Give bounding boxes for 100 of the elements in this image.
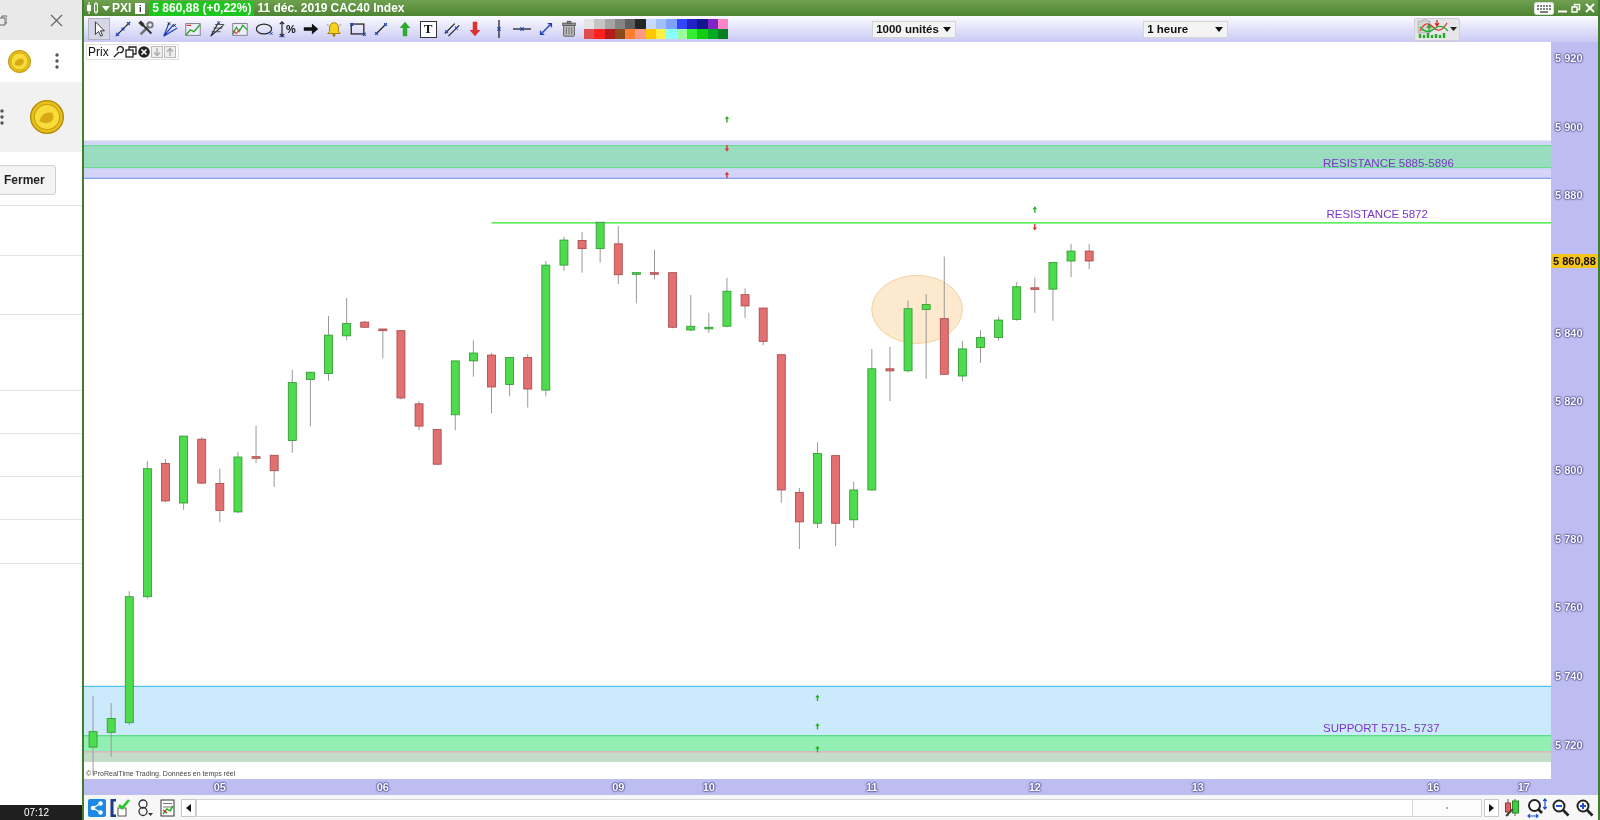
- checklist-icon[interactable]: [110, 798, 130, 817]
- candlestick: [740, 287, 750, 319]
- candlestick: [613, 225, 623, 285]
- zoom-fit-icon[interactable]: [1527, 797, 1547, 818]
- color-swatch[interactable]: [656, 19, 667, 29]
- color-swatch[interactable]: [717, 29, 729, 39]
- color-swatch[interactable]: [676, 19, 687, 29]
- color-swatch[interactable]: [614, 19, 626, 29]
- timeframe-dropdown[interactable]: 1 heure: [1143, 20, 1229, 38]
- price-tick-label: 5 800: [1555, 464, 1583, 477]
- candlestick: [1048, 261, 1058, 322]
- color-swatch[interactable]: [686, 19, 698, 29]
- caret-icon[interactable]: [102, 5, 110, 11]
- color-swatch[interactable]: [697, 29, 708, 39]
- wrench-icon: [137, 20, 155, 38]
- kebab-menu-icon[interactable]: [55, 53, 59, 69]
- price-tick-label: 5 820: [1555, 395, 1583, 408]
- link-icon[interactable]: [136, 798, 153, 817]
- pointer-tool[interactable]: [88, 18, 110, 40]
- candlestick: [106, 702, 116, 758]
- zoom-in-icon[interactable]: [1576, 798, 1595, 817]
- close-icon[interactable]: [137, 46, 150, 58]
- date-tick-label: 11: [866, 781, 878, 793]
- restore-icon[interactable]: [0, 14, 7, 26]
- color-swatch[interactable]: [584, 19, 595, 29]
- color-swatch[interactable]: [656, 29, 667, 39]
- caret-icon: [1215, 26, 1224, 32]
- candlestick: [1012, 281, 1022, 322]
- down-arrow-icon: [1032, 224, 1038, 231]
- up-arrow-icon: [1032, 206, 1038, 213]
- date-tick-label: 09: [612, 781, 625, 793]
- document-chart-icon[interactable]: [160, 798, 175, 817]
- candlestick: [360, 320, 370, 328]
- candlestick-icon[interactable]: [86, 1, 100, 15]
- left-triangle-icon: [186, 803, 191, 812]
- zoom-out-icon[interactable]: [1552, 798, 1570, 817]
- candlestick: [306, 371, 315, 427]
- color-swatch[interactable]: [594, 19, 605, 29]
- candlestick: [849, 481, 859, 529]
- candlestick: [487, 352, 496, 414]
- info-button[interactable]: i: [135, 2, 146, 14]
- kebab-menu-icon[interactable]: [0, 109, 4, 125]
- windows-icon[interactable]: [124, 46, 137, 58]
- color-swatch[interactable]: [707, 29, 718, 39]
- price-tick-label: 5 840: [1555, 326, 1583, 339]
- right-triangle-icon: [1489, 803, 1494, 812]
- color-swatch[interactable]: [717, 19, 729, 29]
- price-tick-label: 5 740: [1555, 670, 1583, 682]
- caret-icon: [1450, 27, 1458, 31]
- text-tool[interactable]: T: [419, 20, 437, 38]
- candlestick-wrench-icon[interactable]: [1504, 798, 1520, 817]
- up-arrow-icon: [815, 745, 820, 753]
- keyboard-icon[interactable]: [1534, 1, 1554, 15]
- price-quote: 5 860,88 (+0,22%): [149, 0, 255, 16]
- color-swatch[interactable]: [625, 19, 636, 29]
- color-swatch[interactable]: [697, 19, 708, 29]
- down-arrow-icon: [724, 145, 730, 152]
- date-tick-label: 05: [213, 781, 226, 793]
- scroll-left-button[interactable]: [181, 798, 196, 817]
- level-label: RESISTANCE 5872: [1326, 207, 1428, 220]
- share-icon[interactable]: [88, 798, 106, 817]
- parallel-lines-icon: [442, 20, 461, 38]
- move-up-icon[interactable]: [163, 46, 176, 58]
- candlestick: [251, 425, 261, 464]
- color-swatch[interactable]: [645, 29, 657, 39]
- date-tick-label: 12: [1028, 781, 1041, 793]
- color-swatch[interactable]: [666, 29, 677, 39]
- candlestick: [523, 353, 533, 409]
- candlestick: [342, 297, 351, 341]
- quantity-dropdown[interactable]: 1000 unités: [872, 20, 957, 38]
- close-button[interactable]: Fermer: [0, 165, 56, 195]
- vertical-arrow-icon: [278, 20, 287, 38]
- color-swatch[interactable]: [635, 19, 646, 29]
- price-tick-label: 5 920: [1555, 52, 1583, 65]
- color-swatch[interactable]: [625, 29, 636, 39]
- indicators-button[interactable]: [1414, 17, 1461, 41]
- color-swatch[interactable]: [676, 29, 687, 39]
- line-chart-icon: [184, 20, 202, 38]
- candlestick: [215, 468, 225, 523]
- color-swatch[interactable]: [666, 19, 677, 29]
- up-arrow-icon: [724, 116, 730, 123]
- candlestick: [1084, 243, 1094, 270]
- color-swatch[interactable]: [686, 29, 698, 39]
- clock: 07:12: [0, 805, 82, 820]
- color-swatch[interactable]: [604, 19, 615, 29]
- color-swatch[interactable]: [604, 29, 615, 39]
- candlestick: [1066, 243, 1076, 278]
- wrench-icon[interactable]: [111, 46, 124, 58]
- date-tick-label: 13: [1191, 781, 1204, 793]
- scroll-right-button[interactable]: [1484, 798, 1499, 817]
- color-swatch[interactable]: [594, 29, 605, 39]
- horizontal-line-icon: [513, 26, 531, 32]
- color-swatch[interactable]: [707, 19, 718, 29]
- color-swatch[interactable]: [645, 19, 657, 29]
- color-swatch[interactable]: [614, 29, 626, 39]
- candlestick: [396, 330, 406, 400]
- level-lines-icon: [207, 20, 226, 38]
- percent-tool[interactable]: %: [276, 18, 298, 40]
- color-swatch[interactable]: [635, 29, 646, 39]
- color-swatch[interactable]: [584, 29, 595, 39]
